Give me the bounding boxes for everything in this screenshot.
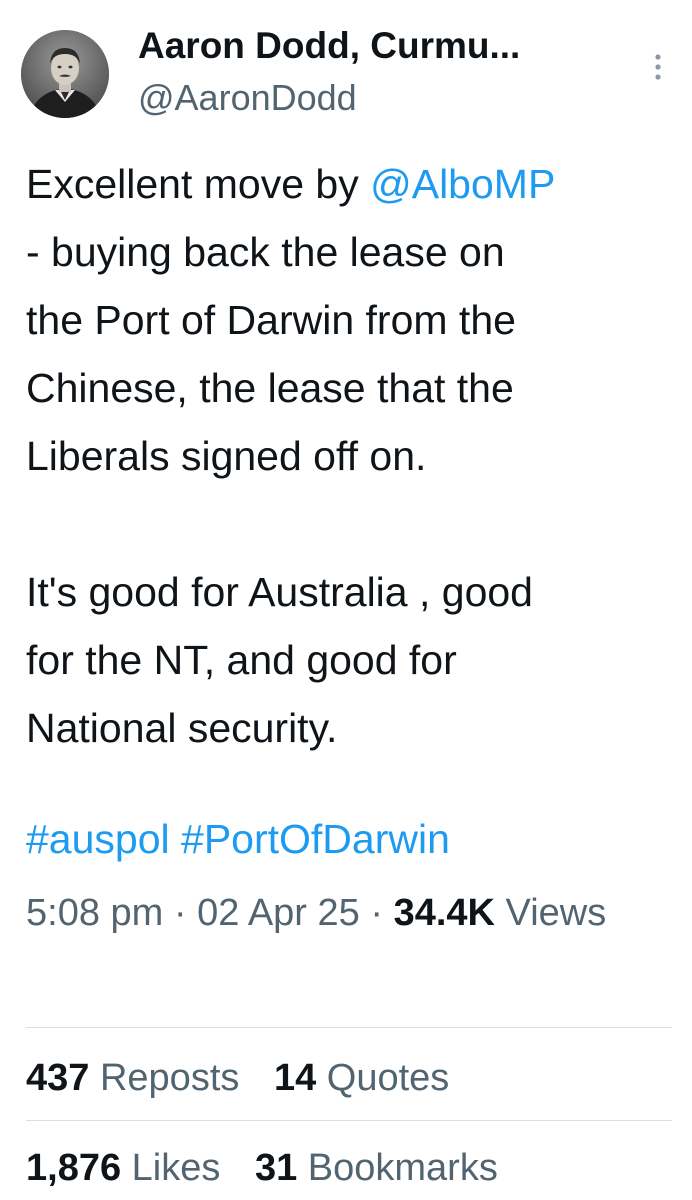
bookmarks-stat[interactable]: 31 Bookmarks (255, 1140, 498, 1196)
tweet-line: for the NT, and good for (26, 637, 457, 683)
quotes-count: 14 (273, 1057, 317, 1099)
hashtags: #auspol #PortOfDarwin (26, 806, 450, 872)
likes-stat[interactable]: 1,876 Likes (26, 1140, 220, 1196)
avatar[interactable] (21, 30, 109, 118)
tweet-line: - buying back the lease on (26, 229, 505, 275)
hashtag-link[interactable]: #PortOfDarwin (181, 816, 450, 862)
reposts-label: Reposts (99, 1057, 240, 1099)
vintage-portrait-avatar-icon (21, 30, 109, 118)
reposts-stat[interactable]: 437 Reposts (26, 1050, 239, 1106)
quotes-stat[interactable]: 14 Quotes (274, 1050, 449, 1106)
author-handle[interactable]: @AaronDodd (138, 74, 357, 122)
tweet-line: Chinese, the lease that the (26, 365, 514, 411)
bookmarks-label: Bookmarks (307, 1147, 498, 1189)
tweet-line: It's good for Australia , good (26, 569, 533, 615)
tweet-date[interactable]: 02 Apr 25 (197, 892, 360, 934)
meta-separator: · (359, 892, 394, 934)
hashtag-link[interactable]: #auspol (26, 816, 170, 862)
tweet-line: the Port of Darwin from the (26, 297, 516, 343)
reposts-count: 437 (26, 1057, 90, 1099)
tweet-line: Liberals signed off on. (26, 433, 427, 479)
tweet-meta: 5:08 pm · 02 Apr 25 · 34.4K Views (26, 882, 666, 944)
bookmarks-count: 31 (254, 1147, 298, 1189)
views-label: Views (505, 892, 607, 934)
tweet-time[interactable]: 5:08 pm (26, 892, 163, 934)
likes-label: Likes (131, 1147, 221, 1189)
quotes-label: Quotes (326, 1057, 450, 1099)
stats-row: 1,876 Likes 31 Bookmarks (26, 1140, 522, 1196)
tweet-line: National security. (26, 705, 338, 751)
divider (26, 1120, 672, 1121)
author-display-name[interactable]: Aaron Dodd, Curmu... (138, 22, 520, 70)
tweet-line: Excellent move by @AlboMP (26, 150, 671, 218)
views-count: 34.4K (393, 892, 495, 934)
tweet-text: Excellent move by @AlboMP - buying back … (26, 150, 671, 762)
stats-row: 437 Reposts 14 Quotes (26, 1050, 473, 1106)
more-options-button[interactable] (648, 52, 668, 84)
likes-count: 1,876 (26, 1147, 122, 1189)
vertical-ellipsis-icon (655, 54, 661, 80)
mention-link[interactable]: @AlboMP (370, 161, 555, 207)
meta-separator: · (163, 892, 198, 934)
divider (26, 1027, 672, 1028)
tweet-text-prefix: Excellent move by (26, 161, 371, 207)
